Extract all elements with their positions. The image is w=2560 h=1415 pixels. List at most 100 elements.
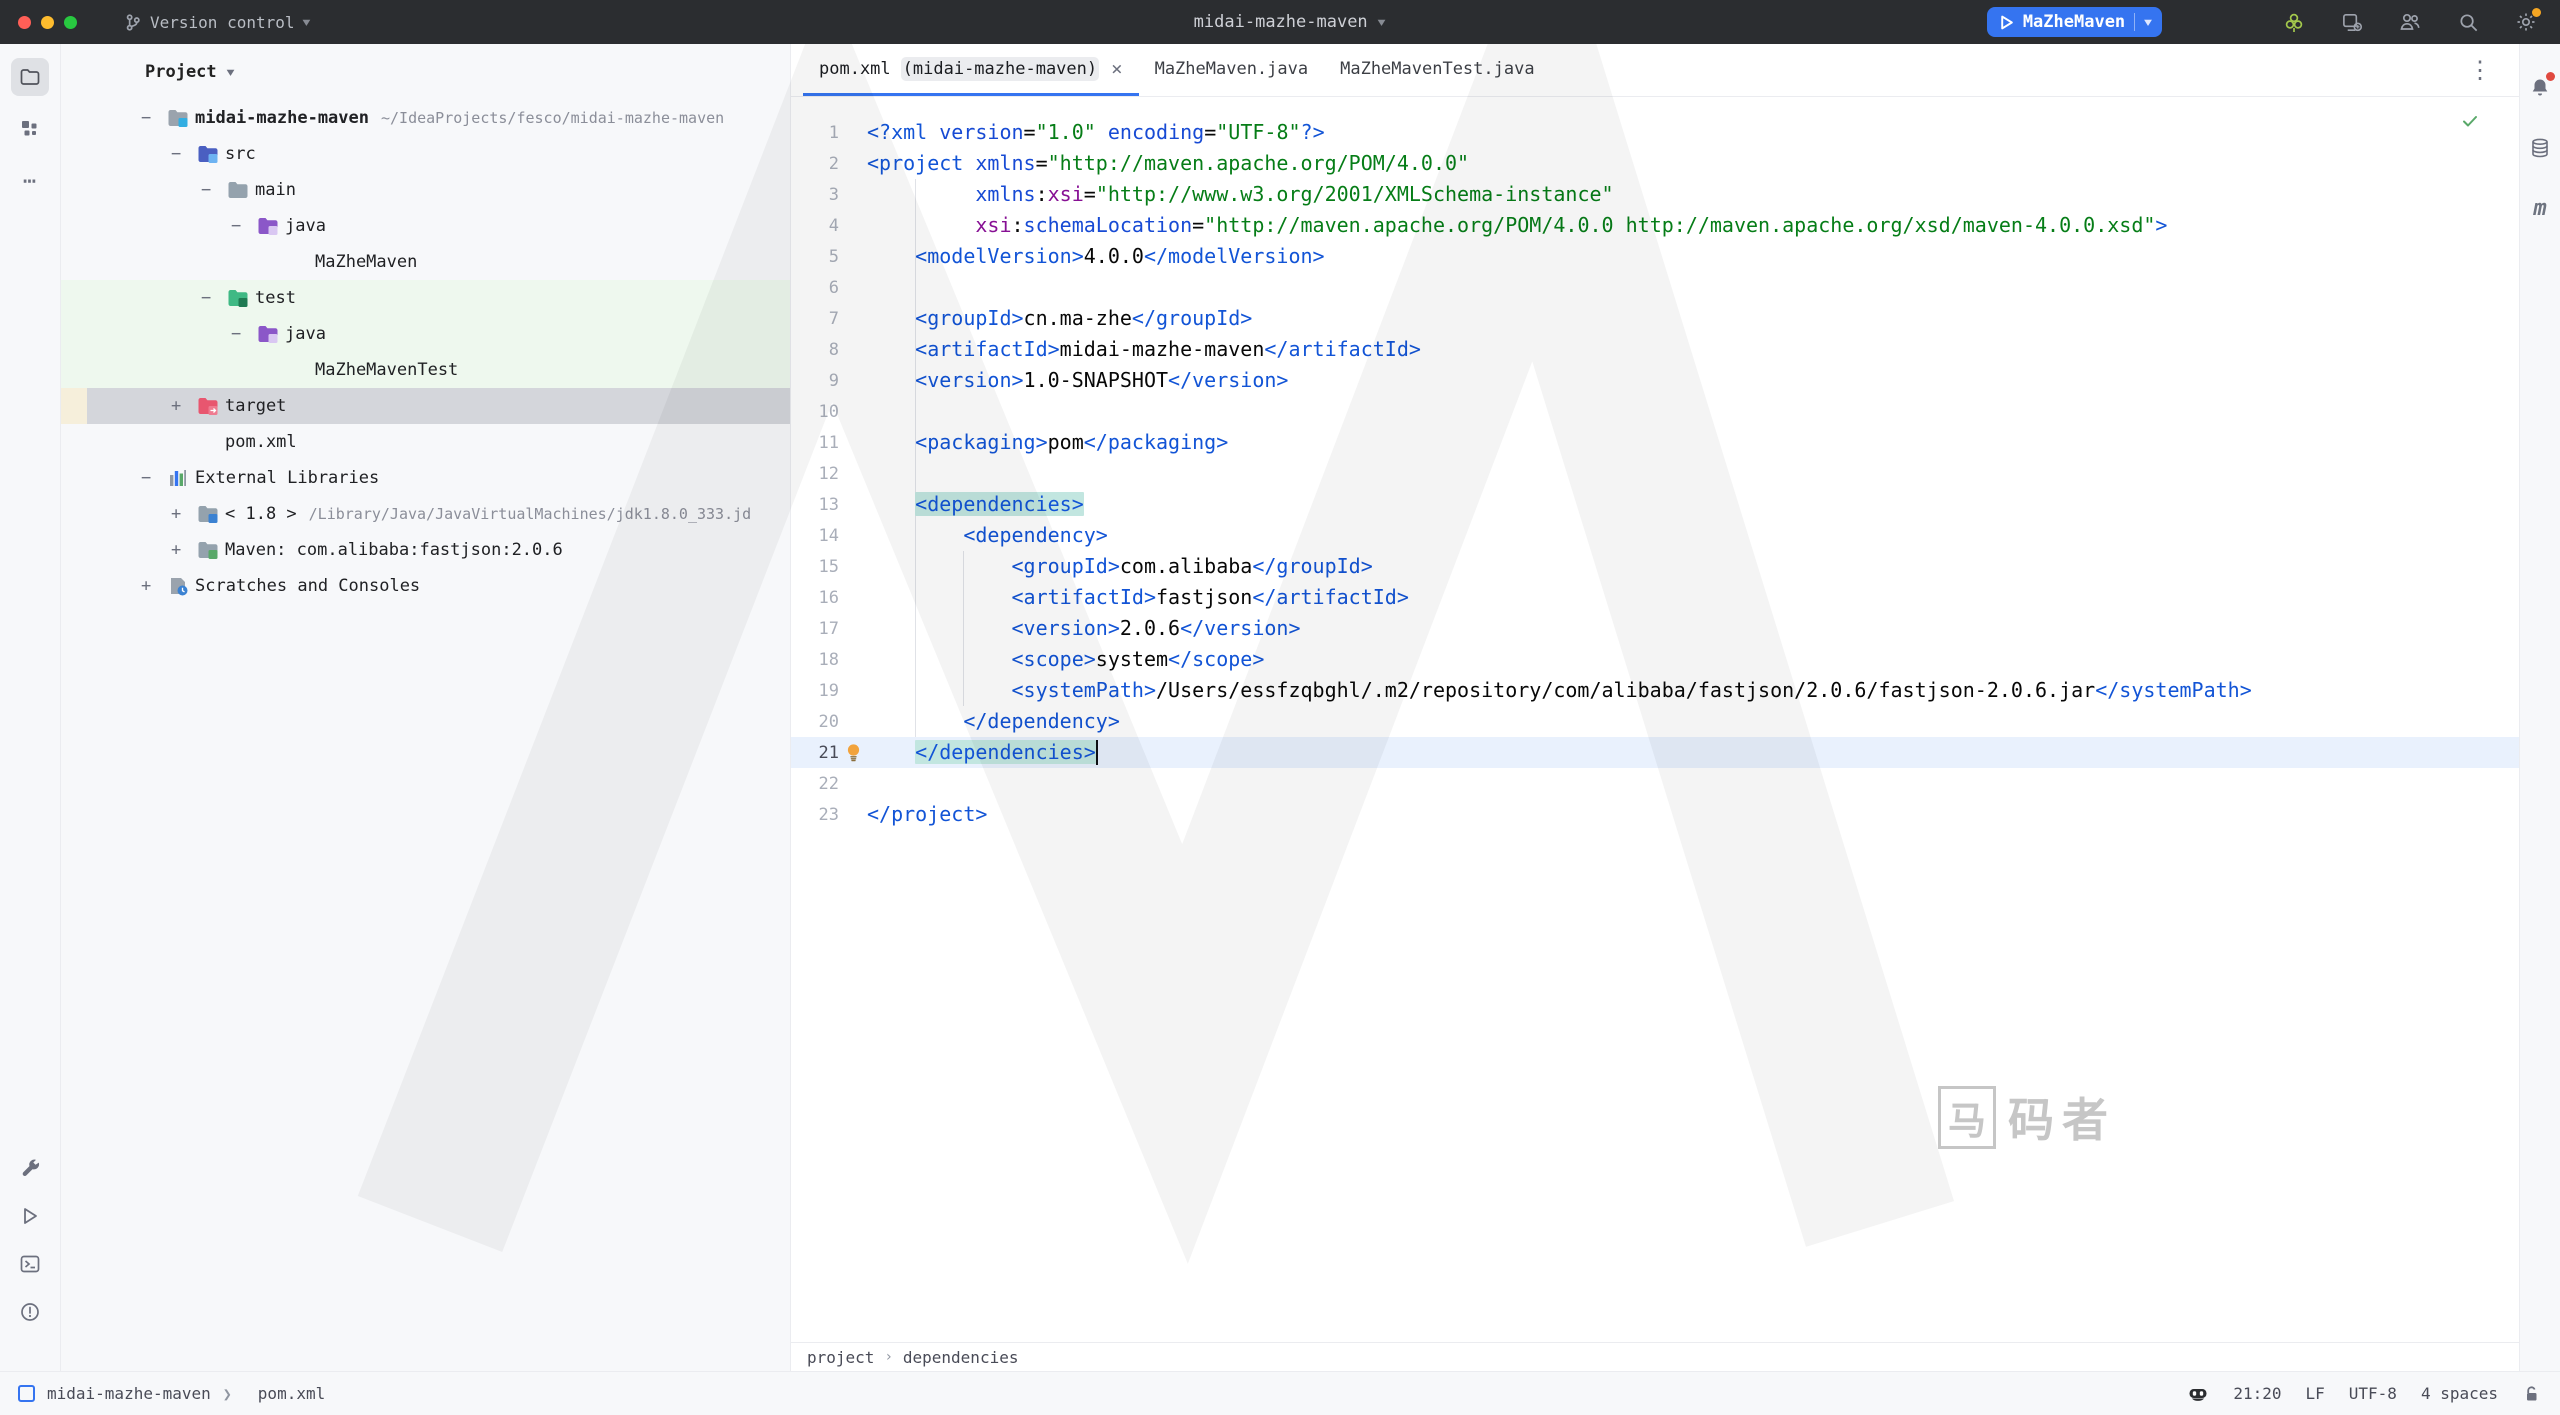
code-line-18[interactable]: 18 <scope>system</scope> (791, 644, 2520, 675)
project-switcher[interactable]: midai-mazhe-maven ▼ (1194, 0, 1386, 44)
line-number[interactable]: 19 (791, 681, 839, 701)
run-widget[interactable]: MaZheMaven ▼ (1987, 7, 2162, 37)
line-number[interactable]: 10 (791, 402, 839, 422)
line-number[interactable]: 14 (791, 526, 839, 546)
line-number[interactable]: 23 (791, 805, 839, 825)
users-icon[interactable] (2398, 10, 2422, 34)
tree-item--1-8-[interactable]: + < 1.8 >/Library/Java/JavaVirtualMachin… (61, 496, 790, 532)
minimize-window-button[interactable] (41, 16, 54, 29)
search-icon[interactable] (2456, 10, 2480, 34)
code-line-11[interactable]: 11 <packaging>pom</packaging> (791, 427, 2520, 458)
line-number[interactable]: 18 (791, 650, 839, 670)
code-line-14[interactable]: 14 <dependency> (791, 520, 2520, 551)
line-number[interactable]: 15 (791, 557, 839, 577)
expand-toggle-icon[interactable]: + (171, 540, 197, 560)
tree-item-java[interactable]: − java (61, 316, 790, 352)
problems-icon[interactable] (11, 1293, 49, 1331)
indent-widget[interactable]: 4 spaces (2421, 1384, 2498, 1403)
notifications-icon[interactable] (2524, 72, 2556, 104)
code-line-16[interactable]: 16 <artifactId>fastjson</artifactId> (791, 582, 2520, 613)
collapse-toggle-icon[interactable]: − (231, 216, 257, 236)
tree-item-java[interactable]: − java (61, 208, 790, 244)
line-number[interactable]: 21 (791, 743, 839, 763)
line-number[interactable]: 6 (791, 278, 839, 298)
line-number[interactable]: 3 (791, 185, 839, 205)
code-line-22[interactable]: 22 (791, 768, 2520, 799)
line-number[interactable]: 13 (791, 495, 839, 515)
line-number[interactable]: 1 (791, 123, 839, 143)
code-line-10[interactable]: 10 (791, 396, 2520, 427)
commit-icon[interactable] (11, 110, 49, 148)
code-editor[interactable]: 1<?xml version="1.0" encoding="UTF-8"?>2… (791, 97, 2520, 1342)
line-number[interactable]: 17 (791, 619, 839, 639)
terminal-icon[interactable] (11, 1245, 49, 1283)
settings-icon[interactable] (2514, 10, 2538, 34)
chevron-down-icon[interactable]: ▼ (2144, 16, 2152, 28)
plugin-icon[interactable] (2282, 10, 2306, 34)
line-number[interactable]: 7 (791, 309, 839, 329)
code-line-9[interactable]: 9 <version>1.0-SNAPSHOT</version> (791, 365, 2520, 396)
code-line-19[interactable]: 19 <systemPath>/Users/essfzqbghl/.m2/rep… (791, 675, 2520, 706)
collapse-toggle-icon[interactable]: − (201, 180, 227, 200)
tree-item-mazhemaventest[interactable]: MaZheMavenTest (61, 352, 790, 388)
breadcrumb-project[interactable]: project (807, 1348, 874, 1367)
line-number[interactable]: 11 (791, 433, 839, 453)
code-line-1[interactable]: 1<?xml version="1.0" encoding="UTF-8"?> (791, 117, 2520, 148)
line-number[interactable]: 5 (791, 247, 839, 267)
code-line-2[interactable]: 2<project xmlns="http://maven.apache.org… (791, 148, 2520, 179)
line-number[interactable]: 20 (791, 712, 839, 732)
code-line-23[interactable]: 23</project> (791, 799, 2520, 830)
code-line-8[interactable]: 8 <artifactId>midai-mazhe-maven</artifac… (791, 334, 2520, 365)
zoom-window-button[interactable] (64, 16, 77, 29)
tree-item-main[interactable]: − main (61, 172, 790, 208)
expand-toggle-icon[interactable]: + (171, 504, 197, 524)
tree-item-external-libraries[interactable]: − External Libraries (61, 460, 790, 496)
intention-bulb-icon[interactable] (839, 743, 867, 762)
breadcrumb-dependencies[interactable]: dependencies (903, 1348, 1019, 1367)
code-line-6[interactable]: 6 (791, 272, 2520, 303)
expand-toggle-icon[interactable]: + (141, 576, 167, 596)
settings-sync-icon[interactable] (2340, 10, 2364, 34)
statusbar-file-name[interactable]: pom.xml (258, 1384, 325, 1403)
tree-item-midai-mazhe-maven[interactable]: − midai-mazhe-maven~/IdeaProjects/fesco/… (61, 100, 790, 136)
collapse-toggle-icon[interactable]: − (171, 144, 197, 164)
line-number[interactable]: 4 (791, 216, 839, 236)
line-number[interactable]: 9 (791, 371, 839, 391)
line-separator-widget[interactable]: LF (2306, 1384, 2325, 1403)
code-line-12[interactable]: 12 (791, 458, 2520, 489)
editor-tab-pom-xml[interactable]: pom.xml(midai-mazhe-maven)× (803, 44, 1139, 96)
line-number[interactable]: 16 (791, 588, 839, 608)
code-line-20[interactable]: 20 </dependency> (791, 706, 2520, 737)
editor-tab-mazhemaventest-java[interactable]: MaZheMavenTest.java (1324, 44, 1550, 96)
collapse-toggle-icon[interactable]: − (201, 288, 227, 308)
project-folder-icon[interactable] (11, 58, 49, 96)
code-line-17[interactable]: 17 <version>2.0.6</version> (791, 613, 2520, 644)
code-line-13[interactable]: 13 <dependencies> (791, 489, 2520, 520)
line-number[interactable]: 12 (791, 464, 839, 484)
run-icon[interactable] (11, 1197, 49, 1235)
tree-item-test[interactable]: − test (61, 280, 790, 316)
inspections-widget[interactable] (2460, 111, 2480, 131)
code-line-5[interactable]: 5 <modelVersion>4.0.0</modelVersion> (791, 241, 2520, 272)
caret-position-widget[interactable]: 21:20 (2233, 1384, 2281, 1403)
collapse-toggle-icon[interactable]: − (141, 108, 167, 128)
tree-item-maven-com-alibaba-fastjson-2-0-6[interactable]: + Maven: com.alibaba:fastjson:2.0.6 (61, 532, 790, 568)
editor-tab-mazhemaven-java[interactable]: MaZheMaven.java (1139, 44, 1325, 96)
expand-toggle-icon[interactable]: + (171, 396, 197, 416)
statusbar-project-name[interactable]: midai-mazhe-maven (47, 1384, 211, 1403)
line-number[interactable]: 22 (791, 774, 839, 794)
collapse-toggle-icon[interactable]: − (231, 324, 257, 344)
code-line-4[interactable]: 4 xsi:schemaLocation="http://maven.apach… (791, 210, 2520, 241)
project-panel-header[interactable]: Project ▼ (61, 52, 790, 92)
code-line-21[interactable]: 21 </dependencies> (791, 737, 2520, 768)
code-line-3[interactable]: 3 xmlns:xsi="http://www.w3.org/2001/XMLS… (791, 179, 2520, 210)
line-number[interactable]: 8 (791, 340, 839, 360)
vcs-widget[interactable]: Version control ▼ (123, 13, 310, 32)
lock-open-icon[interactable] (2522, 1384, 2542, 1404)
tree-item-scratches-and-consoles[interactable]: + Scratches and Consoles (61, 568, 790, 604)
build-icon[interactable] (11, 1149, 49, 1187)
line-number[interactable]: 2 (791, 154, 839, 174)
tree-item-mazhemaven[interactable]: MaZheMaven (61, 244, 790, 280)
maven-icon[interactable]: m (2524, 192, 2556, 224)
collapse-toggle-icon[interactable]: − (141, 468, 167, 488)
